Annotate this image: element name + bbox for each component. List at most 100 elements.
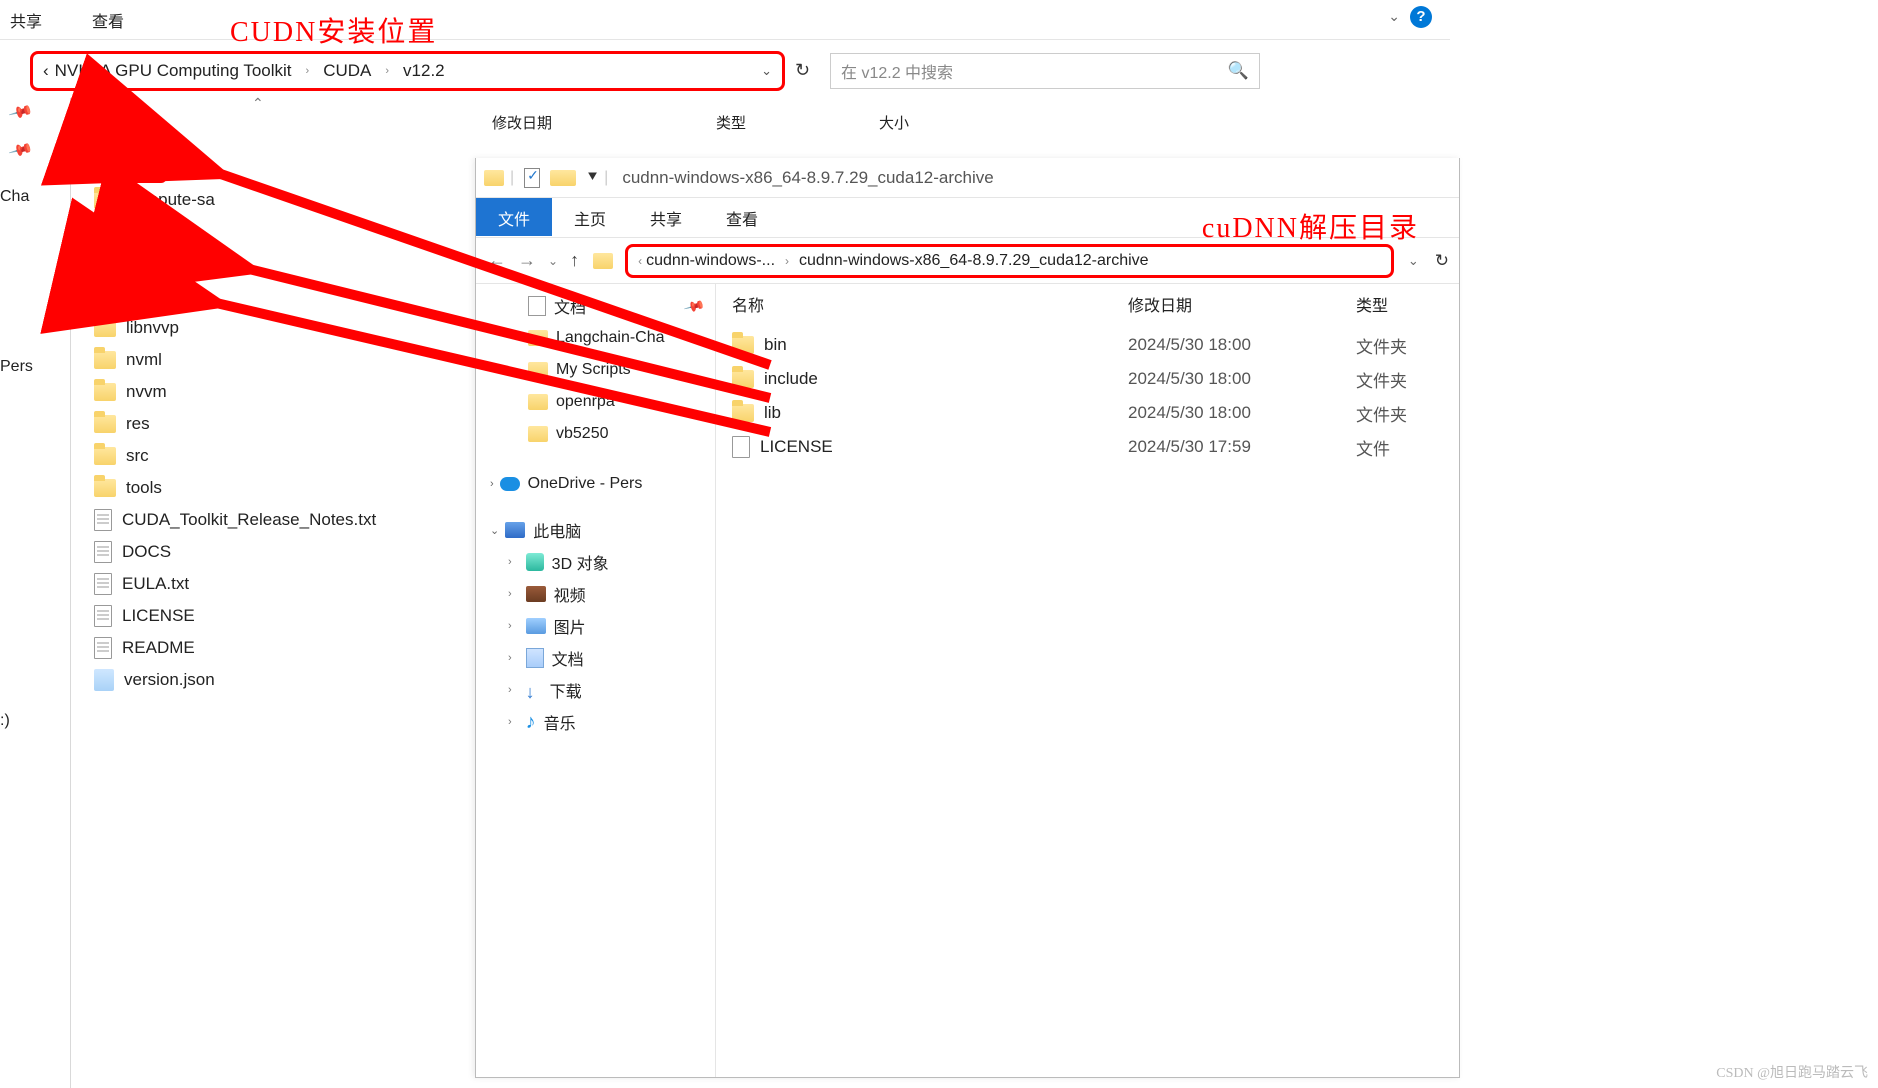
list-item[interactable]: libnvvp [90,312,470,344]
address-bar-front[interactable]: ‹ cudnn-windows-... › cudnn-windows-x86_… [625,244,1394,278]
nav-up-icon[interactable]: ↑ [568,250,581,271]
folder-icon [732,404,754,422]
folder-icon [94,319,116,337]
sidebar-item-onedrive[interactable]: › OneDrive - Pers [476,468,715,500]
refresh-icon[interactable]: ↻ [795,60,810,81]
item-label: include [764,369,818,389]
list-item[interactable]: DOCS [90,536,470,568]
expand-icon[interactable]: › [508,716,512,728]
list-item[interactable]: CUDA_Toolkit_Release_Notes.txt [90,504,470,536]
list-item[interactable]: lib2024/5/30 18:00文件夹 [716,396,1459,430]
expand-icon[interactable]: › [508,652,512,664]
ribbon-tab-file[interactable]: 文件 [476,198,552,236]
sidebar-item-label: 下载 [550,678,582,702]
breadcrumb-item[interactable]: NVIDIA GPU Computing Toolkit [55,61,292,81]
column-header-type[interactable]: 类型 [716,112,746,133]
left-truncated-label: Pers [0,358,33,376]
highlighted-folder[interactable]: include [94,249,198,279]
sidebar-item[interactable]: Langchain-Cha [476,322,715,354]
sidebar-item[interactable]: ›文档 [476,642,715,674]
address-bar-back[interactable]: ‹ NVIDIA GPU Computing Toolkit › CUDA › … [30,51,785,91]
sidebar-item[interactable]: › ♪ 音乐 [476,706,715,738]
ribbon-tab-home[interactable]: 主页 [552,198,628,236]
column-header-size[interactable]: 大小 [879,112,909,133]
folder-icon [94,383,116,401]
list-item[interactable]: tools [90,472,470,504]
breadcrumb-item[interactable]: cudnn-windows-x86_64-8.9.7.29_cuda12-arc… [799,252,1149,270]
breadcrumb-item[interactable]: CUDA [323,61,371,81]
help-icon[interactable]: ? [1410,6,1432,28]
list-item[interactable]: src [90,440,470,472]
file-list-back: 名称 bin compute-saextrasincludeliblibnvvp n… [90,110,470,696]
sidebar-item[interactable]: › 下载 [476,674,715,706]
search-icon[interactable]: 🔍 [1228,61,1249,81]
folder-icon [528,362,548,378]
list-item[interactable]: EULA.txt [90,568,470,600]
list-item[interactable]: nvml [90,344,470,376]
list-item[interactable]: LICENSE [90,600,470,632]
sidebar-item-thispc[interactable]: ⌄ 此电脑 [476,514,715,546]
column-header-date[interactable]: 修改日期 [492,112,552,133]
onedrive-icon [500,477,520,491]
list-item[interactable]: README [90,632,470,664]
list-item[interactable]: compute-sa [90,184,470,216]
list-item[interactable]: res [90,408,470,440]
sidebar-item[interactable]: ›视频 [476,578,715,610]
breadcrumb-item[interactable]: cudnn-windows-... [646,252,775,270]
breadcrumb-sep-icon: › [306,65,310,77]
column-header-type[interactable]: 类型 [1356,292,1459,316]
expand-icon[interactable]: › [490,478,494,490]
ribbon-collapse-icon[interactable]: ⌄ [1388,8,1400,25]
highlighted-folder[interactable]: lib [94,281,161,311]
sidebar-item[interactable]: vb5250 [476,418,715,450]
list-item[interactable]: nvvm [90,376,470,408]
column-header-date[interactable]: 修改日期 [1128,292,1356,316]
list-item[interactable]: lib [90,280,470,312]
column-header-name[interactable]: 名称 [90,110,470,134]
ribbon-tab-view[interactable]: 查看 [92,8,124,32]
list-item[interactable]: bin2024/5/30 18:00文件夹 [716,328,1459,362]
sep: | [604,169,608,187]
ribbon-tab-share[interactable]: 共享 [628,198,704,236]
sidebar-item[interactable]: My Scripts [476,354,715,386]
address-dropdown-icon[interactable]: ⌄ [761,63,772,79]
item-label: EULA.txt [122,574,189,594]
breadcrumb-item[interactable]: v12.2 [403,61,445,81]
list-item[interactable]: include [90,248,470,280]
list-item[interactable]: LICENSE2024/5/30 17:59文件 [716,430,1459,464]
refresh-icon[interactable]: ↻ [1435,251,1449,271]
search-box-back[interactable]: 在 v12.2 中搜索 🔍 [830,53,1260,89]
item-label: nvml [126,350,162,370]
sidebar-item[interactable]: ›3D 对象 [476,546,715,578]
qat-folder-icon[interactable] [550,170,576,186]
sidebar-item[interactable]: › 图片 [476,610,715,642]
sidebar-item[interactable]: openrpa [476,386,715,418]
list-item[interactable]: version.json [90,664,470,696]
qat-properties-icon[interactable] [524,168,540,188]
left-truncated-label: :) [0,712,10,730]
music-icon: ♪ [526,711,536,734]
nav-back-icon[interactable]: ← [486,250,508,271]
list-item[interactable]: include2024/5/30 18:00文件夹 [716,362,1459,396]
annotation-install-location: CUDN安装位置 [230,10,437,50]
collapse-icon[interactable]: ⌄ [490,524,499,537]
highlighted-folder[interactable]: bin [94,153,167,183]
sidebar-item[interactable]: 文档📌 [476,290,715,322]
expand-icon[interactable]: › [508,556,512,568]
sidebar-item-label: 图片 [554,614,586,638]
ribbon-tab-view[interactable]: 查看 [704,198,780,236]
qat-dropdown-icon[interactable]: ⯆ [586,169,598,187]
item-label: DOCS [122,542,171,562]
list-item[interactable]: extras [90,216,470,248]
nav-recent-icon[interactable]: ⌄ [546,254,560,268]
expand-icon[interactable]: › [508,684,512,696]
column-header-name[interactable]: 名称 [732,292,1128,316]
sidebar-item-label: 此电脑 [533,518,581,542]
address-dropdown-icon[interactable]: ⌄ [1408,253,1419,269]
sidebar-item-label: 音乐 [544,710,576,734]
expand-icon[interactable]: › [508,588,512,600]
expand-icon[interactable]: › [508,620,512,632]
ribbon-tab-share[interactable]: 共享 [10,8,42,32]
list-item[interactable]: bin [90,152,470,184]
item-label: bin [133,158,156,178]
